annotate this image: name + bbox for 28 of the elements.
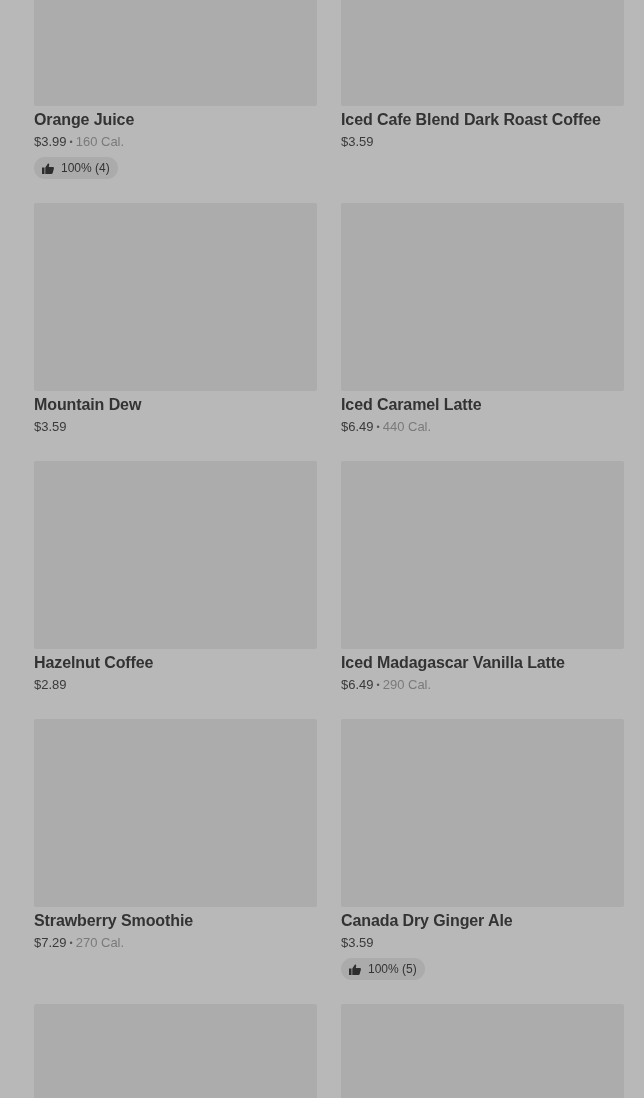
price: $7.29	[34, 934, 67, 952]
calories: 440 Cal.	[382, 418, 432, 436]
calories: 270 Cal.	[75, 934, 125, 952]
price: $3.59	[341, 133, 374, 151]
calories: 160 Cal.	[75, 133, 125, 151]
rating-text: 100% (5)	[368, 962, 417, 976]
price: $3.59	[34, 418, 67, 436]
product-name: Hazelnut Coffee	[34, 653, 154, 673]
price: $3.99	[34, 133, 67, 151]
price: $6.49	[341, 418, 374, 436]
rating-text: 100% (4)	[61, 161, 110, 175]
price: $3.59	[341, 934, 374, 952]
calories: 290 Cal.	[382, 676, 432, 694]
separator-dot: •	[69, 937, 73, 950]
product-name: Iced Madagascar Vanilla Latte	[341, 653, 565, 673]
product-name: Canada Dry Ginger Ale	[341, 911, 513, 931]
product-name: Orange Juice	[34, 110, 135, 130]
product-name: Strawberry Smoothie	[34, 911, 194, 931]
product-name: Iced Cafe Blend Dark Roast Coffee	[341, 110, 601, 130]
thumbs-up-icon	[42, 162, 54, 174]
price: $6.49	[341, 676, 374, 694]
price: $2.89	[34, 676, 67, 694]
separator-dot: •	[69, 136, 73, 149]
thumbs-up-icon	[349, 963, 361, 975]
separator-dot: •	[376, 679, 380, 692]
separator-dot: •	[376, 421, 380, 434]
product-name: Mountain Dew	[34, 395, 142, 415]
product-name: Iced Caramel Latte	[341, 395, 482, 415]
